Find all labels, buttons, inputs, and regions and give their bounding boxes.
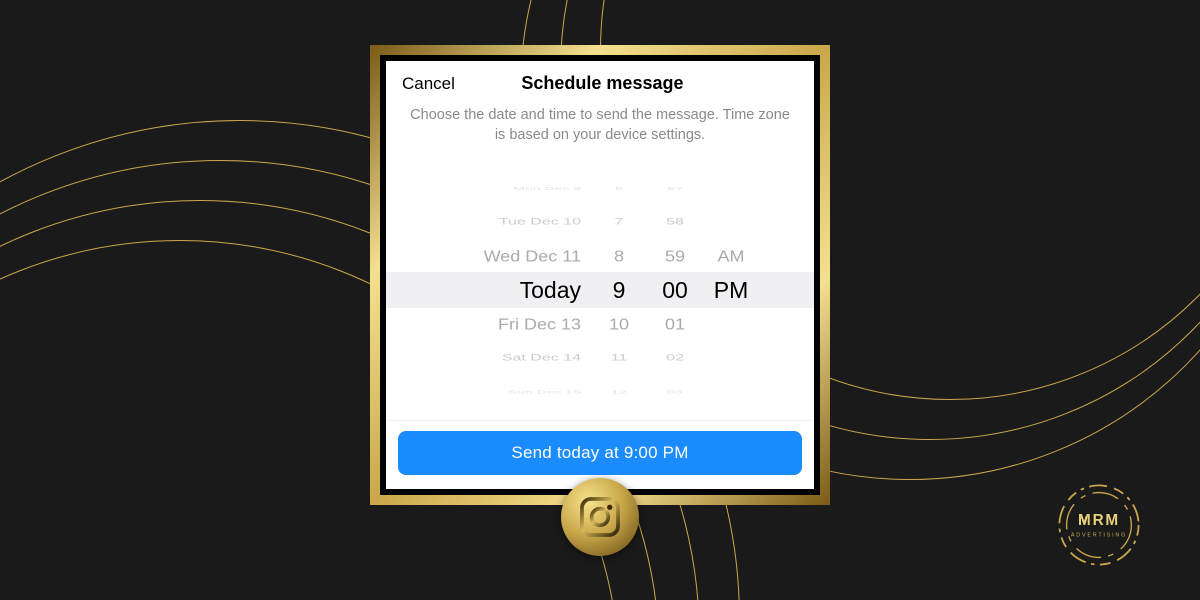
picker-date-option[interactable]: Wed Dec 11 (484, 241, 581, 271)
modal-title: Schedule message (407, 73, 798, 94)
picker-hour-option[interactable]: 7 (615, 211, 624, 231)
picker-date-option[interactable]: Sun Dec 15 (508, 386, 581, 398)
picker-date-option[interactable]: Sat Dec 14 (502, 347, 581, 367)
picker-minute-option[interactable]: 59 (665, 241, 685, 271)
schedule-message-modal: Cancel Schedule message Choose the date … (386, 61, 814, 489)
picker-minute-option[interactable]: 58 (666, 211, 684, 231)
picker-ampm-selected[interactable]: PM (714, 273, 749, 307)
picker-minute-option[interactable]: 01 (665, 309, 685, 339)
gold-frame: Cancel Schedule message Choose the date … (370, 45, 830, 505)
picker-hour-selected[interactable]: 9 (613, 273, 626, 307)
datetime-picker[interactable]: Mon Dec 9 Tue Dec 10 Wed Dec 11 Today Fr… (386, 159, 814, 420)
picker-date-option[interactable]: Fri Dec 13 (498, 309, 581, 339)
modal-subtitle: Choose the date and time to send the mes… (386, 100, 814, 159)
instagram-icon (561, 478, 639, 556)
picker-hour-option[interactable]: 11 (611, 347, 628, 367)
picker-date-option[interactable]: Tue Dec 10 (499, 211, 581, 231)
picker-hour-option[interactable]: 10 (609, 309, 629, 339)
picker-ampm-column[interactable]: AM PM (703, 159, 759, 420)
picker-date-option[interactable]: Mon Dec 9 (513, 182, 581, 194)
picker-minute-selected[interactable]: 00 (662, 273, 688, 307)
picker-hour-option[interactable]: 12 (611, 386, 627, 398)
picker-hour-column[interactable]: 6 7 8 9 10 11 12 (591, 159, 647, 420)
mrm-logo-subtext: ADVERTISING (1071, 533, 1127, 539)
picker-minute-option[interactable]: 03 (667, 386, 683, 398)
picker-hour-option[interactable]: 8 (614, 241, 624, 271)
picker-ampm-option[interactable]: AM (718, 241, 745, 271)
send-button[interactable]: Send today at 9:00 PM (398, 431, 802, 475)
picker-hour-option[interactable]: 6 (615, 182, 623, 194)
picker-date-column[interactable]: Mon Dec 9 Tue Dec 10 Wed Dec 11 Today Fr… (441, 159, 591, 420)
gold-frame-inner: Cancel Schedule message Choose the date … (380, 55, 820, 495)
modal-header: Cancel Schedule message (386, 61, 814, 100)
picker-minute-option[interactable]: 02 (666, 347, 684, 367)
picker-date-selected[interactable]: Today (520, 273, 581, 307)
picker-minute-option[interactable]: 57 (667, 182, 683, 194)
mrm-logo: MRM ADVERTISING (1054, 480, 1144, 570)
picker-minute-column[interactable]: 57 58 59 00 01 02 03 (647, 159, 703, 420)
